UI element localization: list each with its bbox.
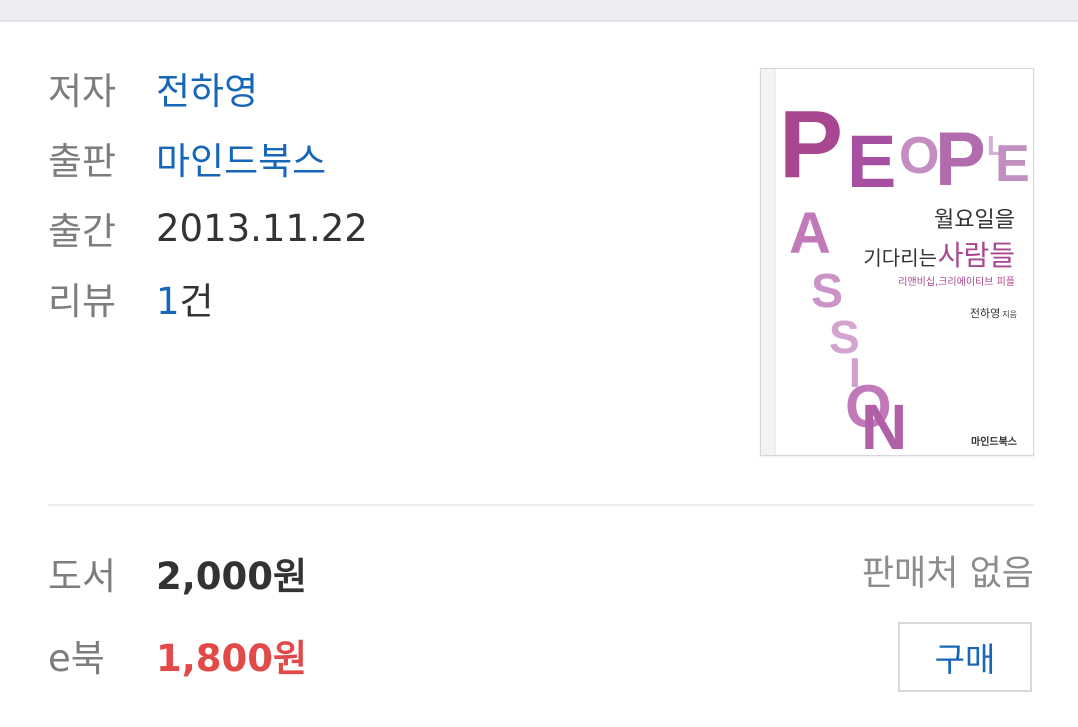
book-price-label: 도서 [48, 555, 117, 598]
ebook-price-value: 1,800원 [156, 637, 308, 680]
cover-people-e2: E [995, 135, 1030, 193]
book-cover-image[interactable]: P E O P L E A S S I O N 월요일을 기다리는 사람들 리앤… [760, 68, 1034, 456]
cover-passion-n: N [861, 391, 907, 455]
review-count-number: 1 [156, 280, 180, 323]
cover-publisher: 마인드북스 [971, 435, 1017, 448]
author-row: 저자 전하영 [48, 60, 258, 116]
publisher-label: 출판 [48, 140, 117, 183]
book-price-value: 2,000원 [156, 555, 308, 598]
cover-title-line1: 월요일을 [934, 208, 1015, 233]
book-price-row: 도서 2,000원 [48, 543, 307, 603]
cover-title-line2-a: 기다리는 [863, 246, 937, 270]
publisher-link[interactable]: 마인드북스 [156, 131, 326, 185]
cover-passion-p: P [779, 91, 843, 198]
cover-author-suffix: 지음 [1002, 310, 1017, 319]
author-link[interactable]: 전하영 [156, 61, 258, 115]
publish-date-label: 출간 [48, 210, 117, 253]
cover-people-p2: P [935, 117, 986, 202]
ebook-price-label: e북 [48, 637, 105, 680]
review-label: 리뷰 [48, 280, 117, 323]
ebook-price-row: e북 1,800원 [48, 625, 307, 685]
publisher-row: 출판 마인드북스 [48, 130, 326, 186]
author-label: 저자 [48, 70, 117, 113]
review-row[interactable]: 리뷰 1건 [48, 270, 214, 326]
cover-subtitle: 리앤비십,크리에이티브 피플 [898, 276, 1015, 288]
buy-button[interactable]: 구매 [898, 622, 1032, 692]
section-divider [48, 504, 1034, 506]
publish-date-value: 2013.11.22 [156, 206, 368, 250]
review-count[interactable]: 1건 [156, 271, 214, 325]
cover-passion-a: A [789, 201, 831, 266]
top-bar [0, 0, 1078, 22]
cover-people-e: E [847, 120, 896, 203]
review-count-unit: 건 [179, 280, 214, 323]
no-seller-text: 판매처 없음 [861, 554, 1034, 594]
publish-date-row: 출간 2013.11.22 [48, 200, 368, 256]
cover-people-o: O [899, 127, 939, 185]
cover-title-line2-b: 사람들 [938, 239, 1015, 272]
cover-author-name: 전하영 [970, 306, 1000, 320]
